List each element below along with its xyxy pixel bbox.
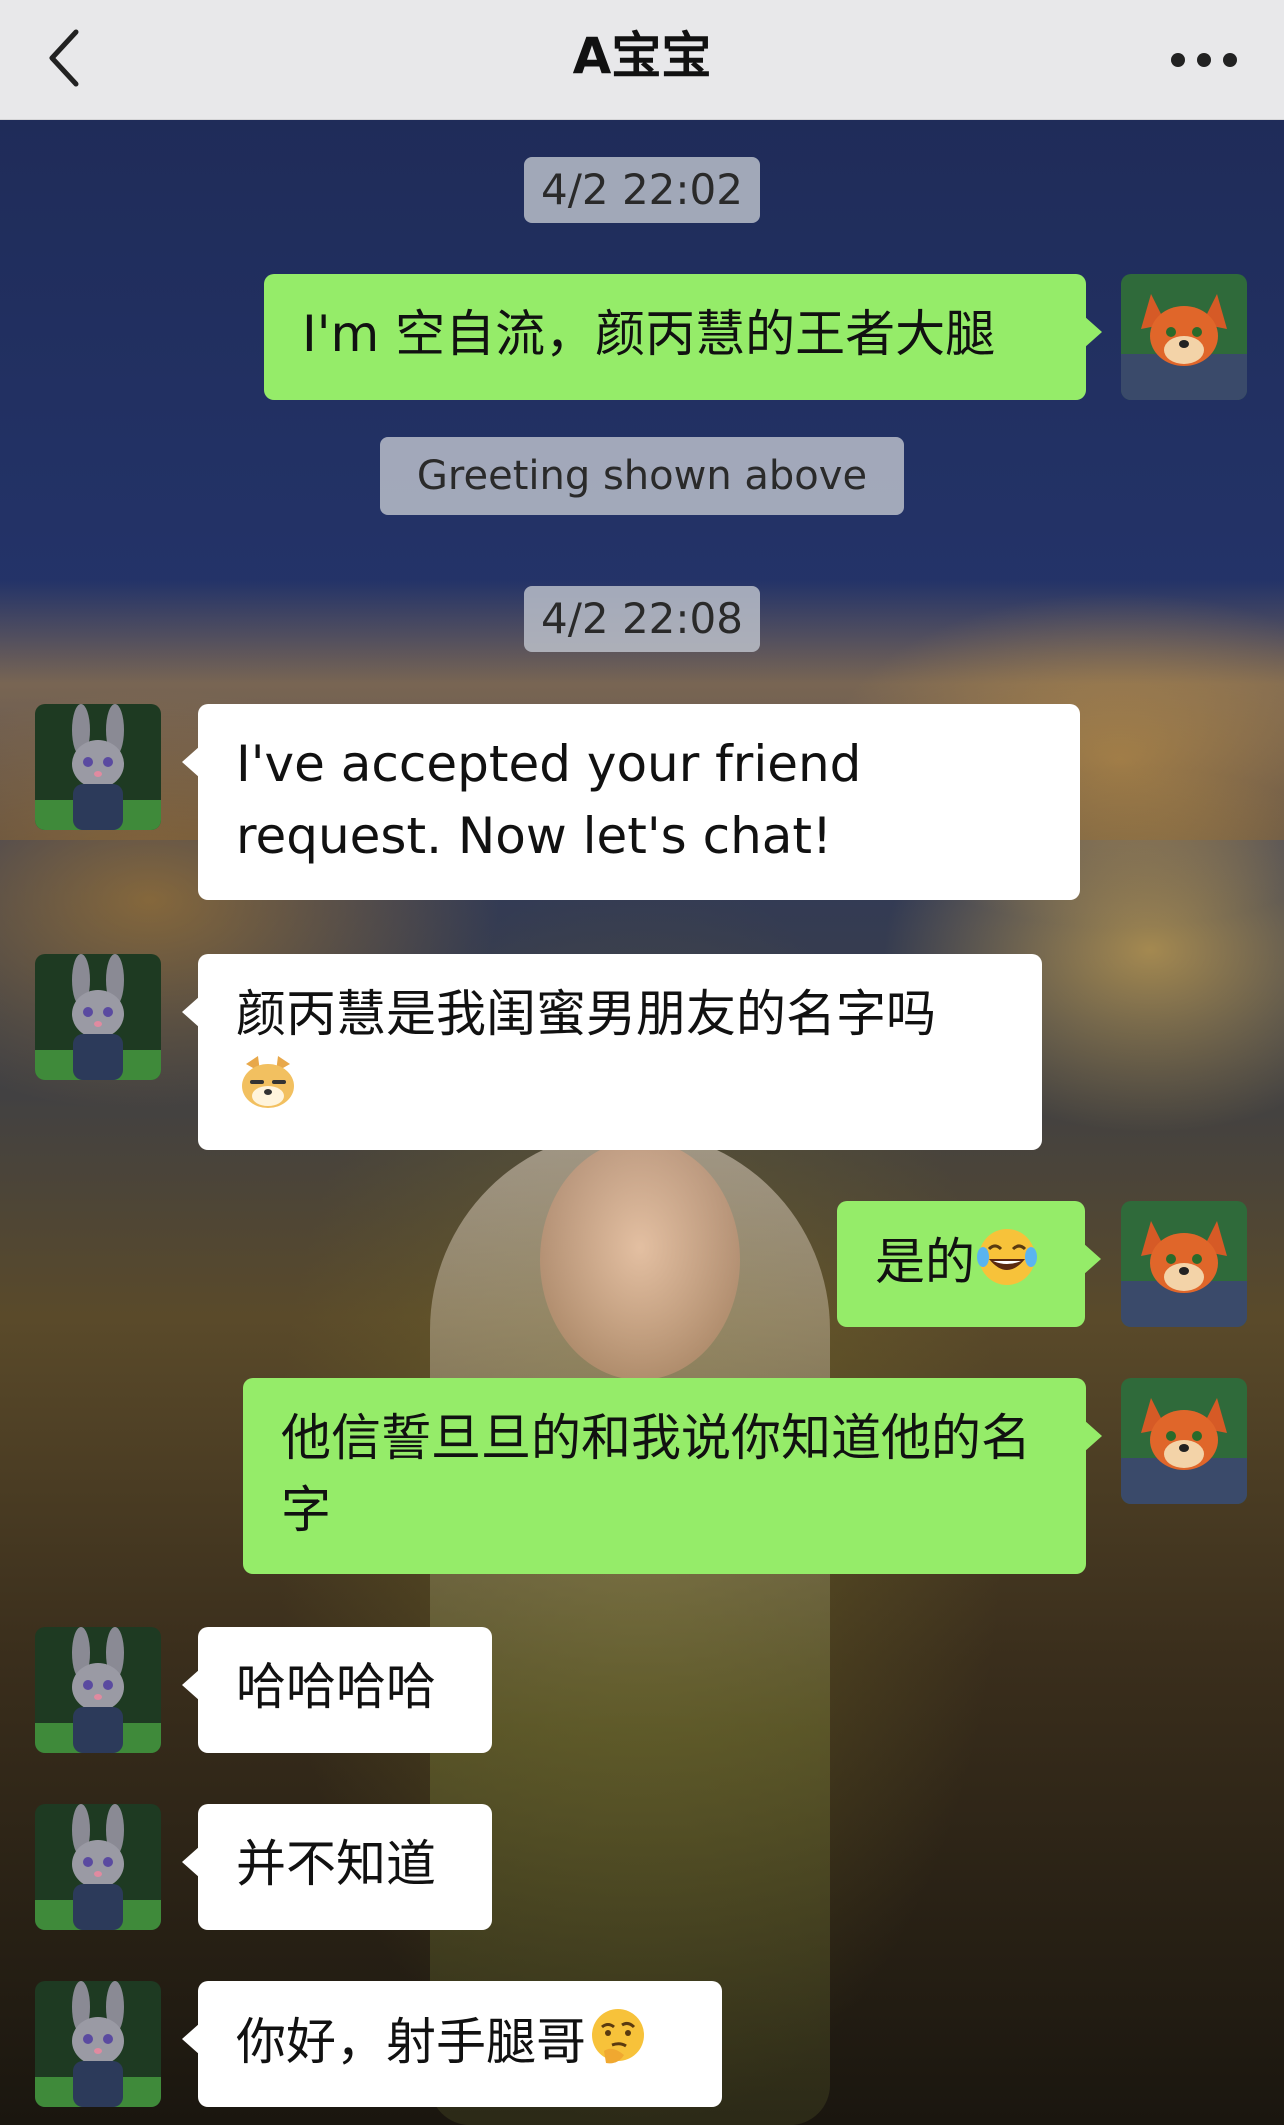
message-text: 颜丙慧是我闺蜜男朋友的名字吗 <box>236 985 936 1043</box>
other-avatar[interactable] <box>35 954 161 1080</box>
thinking-emoji-icon <box>586 2005 650 2069</box>
more-options-button[interactable] <box>1164 30 1244 90</box>
other-avatar[interactable] <box>35 704 161 830</box>
rabbit-avatar-icon <box>35 1627 161 1753</box>
other-avatar[interactable] <box>35 1627 161 1753</box>
other-avatar[interactable] <box>35 1981 161 2107</box>
more-dots-icon <box>1171 53 1237 67</box>
self-avatar[interactable] <box>1121 274 1247 400</box>
message-bubble-other[interactable]: 哈哈哈哈 <box>182 1627 492 1753</box>
message-bubble-other[interactable]: 颜丙慧是我闺蜜男朋友的名字吗 <box>182 954 1042 1150</box>
message-text: 你好，射手腿哥 <box>236 2013 586 2071</box>
timestamp: 4/2 22:02 <box>524 157 760 223</box>
message-bubble-self[interactable]: I'm 空自流，颜丙慧的王者大腿 <box>264 274 1102 400</box>
system-message: Greeting shown above <box>380 437 904 515</box>
tears-of-joy-emoji-icon <box>975 1225 1039 1289</box>
fox-avatar-icon <box>1121 274 1247 400</box>
rabbit-avatar-icon <box>35 1804 161 1930</box>
self-avatar[interactable] <box>1121 1201 1247 1327</box>
message-bubble-self[interactable]: 他信誓旦旦的和我说你知道他的名字 <box>243 1378 1102 1574</box>
back-button[interactable] <box>40 24 100 94</box>
message-bubble-other[interactable]: 并不知道 <box>182 1804 492 1930</box>
fox-avatar-icon <box>1121 1201 1247 1327</box>
background-face <box>540 1140 740 1380</box>
rabbit-avatar-icon <box>35 704 161 830</box>
message-bubble-self[interactable]: 是的 <box>837 1201 1101 1327</box>
chevron-left-icon <box>49 29 79 87</box>
self-avatar[interactable] <box>1121 1378 1247 1504</box>
message-bubble-other[interactable]: 你好，射手腿哥 <box>182 1981 722 2107</box>
fox-avatar-icon <box>1121 1378 1247 1504</box>
chat-header: A宝宝 <box>0 0 1284 120</box>
chat-title: A宝宝 <box>572 27 712 85</box>
doge-emoji-icon <box>236 1050 300 1114</box>
timestamp: 4/2 22:08 <box>524 586 760 652</box>
message-text: 是的 <box>875 1233 975 1291</box>
rabbit-avatar-icon <box>35 1981 161 2107</box>
rabbit-avatar-icon <box>35 954 161 1080</box>
other-avatar[interactable] <box>35 1804 161 1930</box>
message-bubble-other[interactable]: I've accepted your friend request. Now l… <box>182 704 1080 900</box>
